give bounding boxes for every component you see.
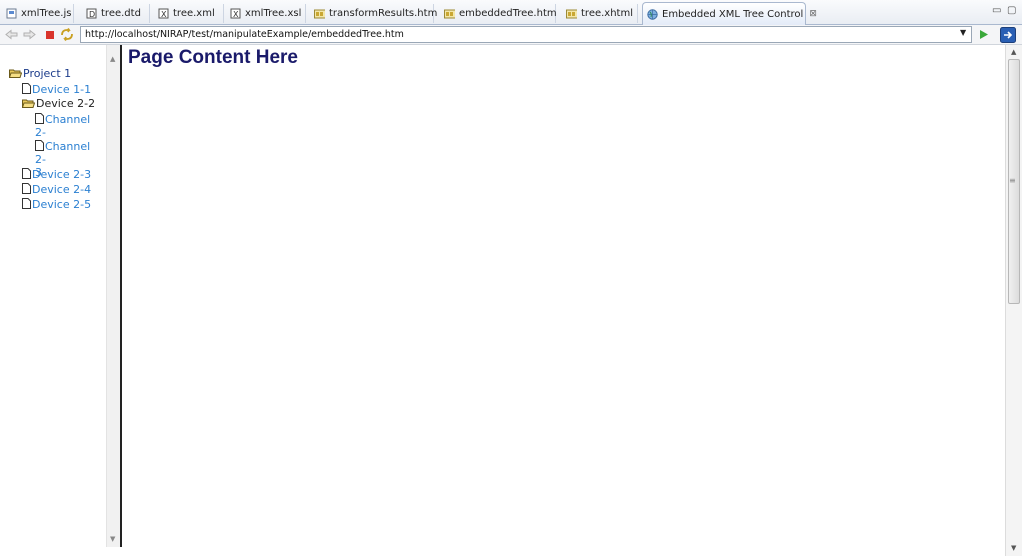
document-icon [35, 140, 44, 154]
minimize-view-icon[interactable]: ▭ [992, 5, 1001, 16]
html-file-icon [566, 8, 577, 19]
browser-toolbar: http://localhost/NIRAP/test/manipulateEx… [0, 25, 1022, 45]
url-dropdown-icon[interactable]: ▼ [960, 28, 966, 37]
tree-node-label: Channel [45, 113, 91, 126]
tree-node-label: Device 2-2 [36, 97, 96, 110]
document-icon [22, 83, 31, 97]
tab-label: transformResults.htm [329, 8, 438, 19]
go-icon[interactable] [976, 27, 991, 42]
tree-node-device-2-3[interactable]: Device 2-3 [22, 168, 91, 182]
html-file-icon [444, 8, 455, 19]
tab-label: xmlTree.xsl [245, 8, 302, 19]
svg-text:D: D [89, 10, 95, 19]
tab-label: tree.dtd [101, 8, 141, 19]
refresh-icon[interactable] [59, 27, 74, 42]
dtd-file-icon: D [86, 8, 97, 19]
tree-node-label: Device 1-1 [32, 83, 92, 96]
svg-text:X: X [233, 10, 239, 19]
tree-node-channel-2-2[interactable]: Channel [35, 113, 90, 127]
tab-xmltree-xsl[interactable]: X xmlTree.xsl [226, 4, 306, 23]
xsl-file-icon: X [230, 8, 241, 19]
tab-label: Embedded XML Tree Control [662, 8, 804, 20]
tree-node-channel-2-3[interactable]: Channel [35, 140, 90, 154]
browser-content: Project 1 Device 1-1 Device 2-2 Channel … [0, 45, 1022, 556]
open-folder-icon [21, 98, 36, 111]
tab-embeddedtree-htm[interactable]: embeddedTree.htm [440, 4, 557, 23]
tab-transformresults-htm[interactable]: transformResults.htm [310, 4, 438, 23]
page-title: Page Content Here [128, 47, 298, 68]
tab-label: tree.xhtml [581, 8, 633, 19]
js-file-icon [6, 8, 17, 19]
open-external-browser-icon[interactable] [999, 26, 1016, 43]
document-icon [22, 168, 31, 182]
document-icon [22, 198, 31, 212]
back-arrow-icon[interactable] [4, 27, 19, 42]
document-icon [35, 113, 44, 127]
page-scrollbar[interactable]: ▲ ≡ ▼ [1005, 45, 1022, 556]
stop-icon[interactable] [42, 27, 57, 42]
scroll-up-icon[interactable]: ▲ [1011, 48, 1016, 56]
grip-icon: ≡ [1009, 176, 1016, 185]
tree-node-device-1-1[interactable]: Device 1-1 [22, 83, 91, 97]
tab-label: embeddedTree.htm [459, 8, 557, 19]
tab-embedded-xml-tree-control[interactable]: Embedded XML Tree Control ⊠ [642, 2, 817, 25]
editor-tab-bar: xmlTree.js D tree.dtd X tree.xml X xmlTr… [0, 0, 1022, 25]
tab-tree-xhtml[interactable]: tree.xhtml [562, 4, 638, 23]
tree-node-label: Device 2-3 [32, 168, 92, 181]
tree-node-label: Device 2-5 [32, 198, 92, 211]
tree-node-label: Device 2-4 [32, 183, 92, 196]
tab-xmltree-js[interactable]: xmlTree.js [2, 4, 74, 23]
tab-tree-dtd[interactable]: D tree.dtd [82, 4, 150, 23]
html-file-icon [314, 8, 325, 19]
tree-node-label: Project 1 [23, 67, 72, 80]
url-address-field[interactable]: http://localhost/NIRAP/test/manipulateEx… [80, 26, 972, 43]
tree-node-root[interactable]: Project 1 [8, 67, 72, 81]
tab-label: tree.xml [173, 8, 215, 19]
maximize-view-icon[interactable]: ▢ [1007, 5, 1016, 16]
frame-divider[interactable] [120, 45, 122, 547]
xml-file-icon: X [158, 8, 169, 19]
scroll-down-icon[interactable]: ▼ [1011, 544, 1016, 552]
globe-icon [647, 8, 658, 20]
forward-arrow-icon[interactable] [22, 27, 37, 42]
tree-frame: Project 1 Device 1-1 Device 2-2 Channel … [0, 45, 106, 556]
tab-tree-xml[interactable]: X tree.xml [154, 4, 224, 23]
tree-node-label: Channel [45, 140, 91, 153]
document-icon [22, 183, 31, 197]
tree-frame-scrollbar[interactable]: ▲ ▼ [106, 45, 120, 547]
tree-node-device-2-2[interactable]: Device 2-2 [21, 97, 96, 111]
close-tab-icon[interactable]: ⊠ [809, 9, 817, 19]
scroll-up-icon[interactable]: ▲ [110, 55, 115, 63]
tab-label: xmlTree.js [21, 8, 72, 19]
svg-text:X: X [161, 10, 167, 19]
open-folder-icon [8, 68, 23, 81]
tree-node-device-2-5[interactable]: Device 2-5 [22, 198, 91, 212]
tree-node-device-2-4[interactable]: Device 2-4 [22, 183, 91, 197]
scroll-down-icon[interactable]: ▼ [110, 535, 115, 543]
